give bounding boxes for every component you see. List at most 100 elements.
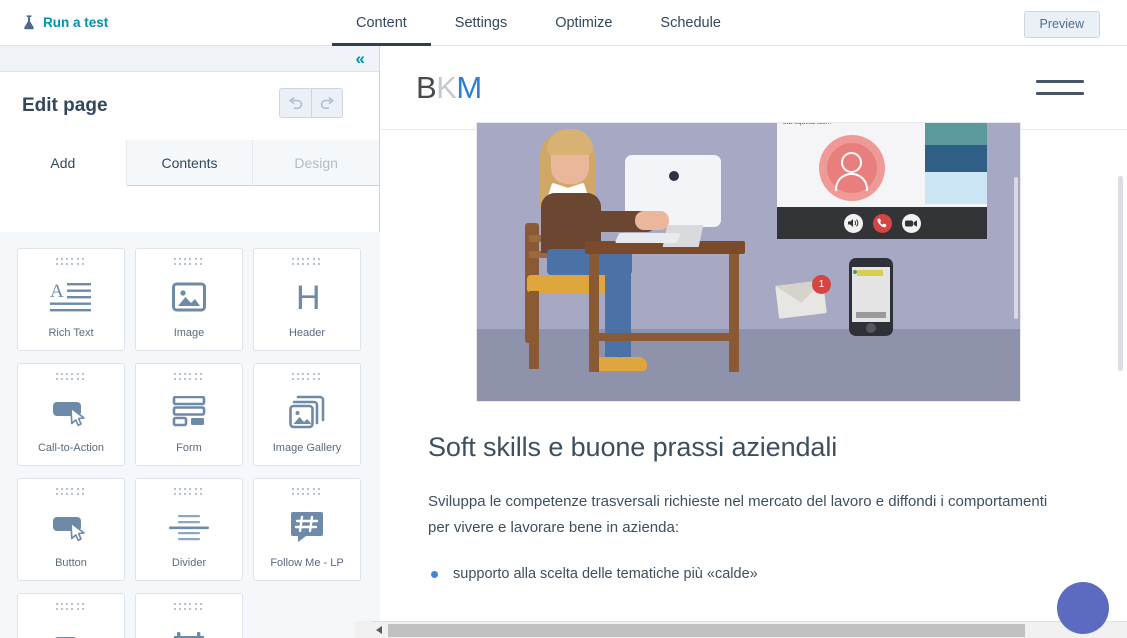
module-card-button[interactable]: Button	[17, 478, 125, 581]
page-title: Edit page	[22, 95, 108, 116]
person-hand	[635, 211, 669, 230]
collapse-panel-icon[interactable]: «	[356, 49, 365, 68]
sidebar-tab-contents[interactable]: Contents	[126, 140, 254, 186]
module-label: Header	[288, 327, 326, 339]
list-item: supporto alla scelta delle tematiche più…	[428, 563, 1068, 585]
redo-button[interactable]	[311, 89, 342, 117]
drag-handle-icon[interactable]	[56, 373, 86, 382]
illustration-floor	[477, 329, 1020, 401]
tab-settings[interactable]: Settings	[431, 0, 531, 46]
tab-content-label: Content	[356, 15, 407, 31]
scrollbar-corner	[355, 621, 371, 638]
drag-handle-icon[interactable]	[174, 603, 204, 612]
tab-optimize[interactable]: Optimize	[531, 0, 636, 46]
sidebar-collapse-strip: «	[0, 46, 379, 72]
desk-leg	[729, 254, 739, 372]
module-label: Follow Me - LP	[270, 557, 344, 569]
module-card-image-gallery[interactable]: Image Gallery	[253, 363, 361, 466]
call-status-text: sta squillando...	[783, 122, 832, 126]
logo-letter-m: M	[456, 69, 482, 105]
module-card-header[interactable]: H Header	[253, 248, 361, 351]
drag-handle-icon[interactable]	[56, 488, 86, 497]
sidebar-tab-design: Design	[253, 140, 380, 186]
image-icon	[136, 267, 242, 327]
scroll-left-arrow-icon[interactable]	[371, 622, 386, 638]
undo-icon	[289, 96, 303, 109]
color-swatch	[925, 145, 987, 172]
video-icon	[18, 612, 124, 638]
module-card-image[interactable]: Image	[135, 248, 243, 351]
cta-icon	[18, 382, 124, 442]
color-swatch	[925, 172, 987, 204]
sidebar-tab-design-label: Design	[294, 154, 338, 171]
flask-icon	[24, 15, 34, 30]
drag-handle-icon[interactable]	[174, 373, 204, 382]
module-list: A Rich Text Image H Header Call-to-Actio…	[0, 232, 380, 638]
divider-icon	[136, 497, 242, 557]
call-controls-bar	[777, 207, 987, 239]
tab-settings-label: Settings	[454, 15, 508, 31]
module-card-form[interactable]: Form	[135, 363, 243, 466]
module-label: Image	[173, 327, 205, 339]
run-a-test-label: Run a test	[43, 15, 109, 30]
preview-inner-scrollbar[interactable]	[1118, 176, 1123, 371]
module-label: Button	[55, 557, 87, 569]
desk-crossbar	[589, 333, 739, 341]
redo-icon	[320, 96, 334, 109]
page-preview: B K M sta squillando... 1 Soft skills e …	[381, 46, 1127, 638]
monitor-camera	[669, 171, 679, 181]
drag-handle-icon[interactable]	[292, 258, 322, 267]
person-shoe	[617, 357, 647, 371]
content-headline: Soft skills e buone prassi aziendali	[428, 432, 838, 462]
top-tab-bar: Content Settings Optimize Schedule	[332, 0, 745, 46]
phone-home-button	[866, 323, 876, 333]
svg-text:A: A	[50, 281, 64, 302]
sidebar-tab-bar: Add Contents Design	[0, 140, 380, 186]
chat-widget-button[interactable]	[1057, 582, 1109, 634]
notification-badge: 1	[812, 275, 831, 294]
tab-schedule[interactable]: Schedule	[636, 0, 744, 46]
module-card-rich-text[interactable]: A Rich Text	[17, 248, 125, 351]
horizontal-scrollbar[interactable]	[371, 621, 1127, 638]
tab-optimize-label: Optimize	[555, 15, 613, 31]
svg-text:H: H	[296, 280, 321, 314]
drag-handle-icon[interactable]	[56, 603, 86, 612]
video-camera-icon	[901, 213, 921, 233]
bkm-logo[interactable]: B K M	[416, 70, 482, 106]
drag-handle-icon[interactable]	[292, 373, 322, 382]
page-content-text: Soft skills e buone prassi aziendali Svi…	[428, 430, 1068, 585]
form-icon	[136, 382, 242, 442]
undo-button[interactable]	[280, 89, 311, 117]
content-bullet-list: supporto alla scelta delle tematiche più…	[428, 563, 1068, 585]
phone-message-bar	[857, 270, 883, 276]
drag-handle-icon[interactable]	[174, 488, 204, 497]
drag-handle-icon[interactable]	[174, 258, 204, 267]
follow-me-icon	[254, 497, 360, 557]
speaker-icon	[843, 213, 863, 233]
top-bar: Run a test Content Settings Optimize Sch…	[0, 0, 1127, 46]
undo-redo-group	[279, 88, 343, 118]
logo-letter-b: B	[416, 69, 437, 105]
module-label: Image Gallery	[272, 442, 342, 454]
drag-handle-icon[interactable]	[292, 488, 322, 497]
module-label: Divider	[171, 557, 207, 569]
tab-content[interactable]: Content	[332, 0, 431, 46]
person-leg	[605, 263, 631, 363]
run-a-test-button[interactable]: Run a test	[22, 15, 108, 30]
preview-button[interactable]: Preview	[1023, 11, 1100, 38]
hamburger-menu-icon[interactable]	[1036, 80, 1084, 104]
module-card-video[interactable]	[17, 593, 125, 638]
module-card-meetings[interactable]	[135, 593, 243, 638]
module-card-call-to-action[interactable]: Call-to-Action	[17, 363, 125, 466]
module-label: Call-to-Action	[37, 442, 105, 454]
module-card-follow-me-lp[interactable]: Follow Me - LP	[253, 478, 361, 581]
meetings-icon	[136, 612, 242, 638]
hangup-icon	[872, 213, 892, 233]
desk-leg	[589, 254, 599, 372]
module-card-divider[interactable]: Divider	[135, 478, 243, 581]
image-gallery-icon	[254, 382, 360, 442]
tab-schedule-label: Schedule	[660, 15, 721, 31]
scrollbar-thumb[interactable]	[388, 624, 1025, 637]
drag-handle-icon[interactable]	[56, 258, 86, 267]
sidebar-tab-add[interactable]: Add	[0, 140, 127, 186]
